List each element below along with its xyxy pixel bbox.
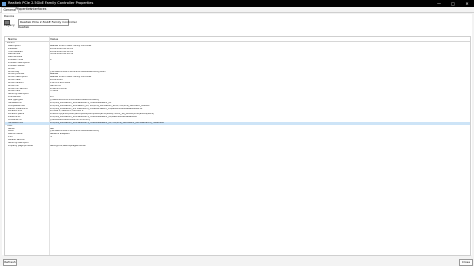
properties-window: General Properties Interfaces Device Rea…	[0, 7, 474, 266]
close-button[interactable]: Close	[459, 258, 473, 266]
close-window-button[interactable]: ✕	[460, 0, 474, 7]
property-row[interactable]: Property page provider NetCfgx.dll,NetPro…	[5, 145, 470, 148]
footer: Refresh Close	[0, 257, 474, 266]
legacy-label: Legacy	[4, 23, 15, 27]
maximize-button[interactable]: □	[446, 0, 460, 7]
title-bar: Realtek PCIe 2.5GbE Family Controller Pr…	[0, 0, 474, 7]
property-name: Property page provider	[8, 144, 34, 147]
window-title: Realtek PCIe 2.5GbE Family Controller Pr…	[8, 1, 94, 5]
tab-strip: General Properties Interfaces	[0, 7, 474, 13]
properties-grid[interactable]: Name Value Generic Description Realtek PCI…	[4, 36, 471, 256]
device-section-label: Device	[4, 14, 15, 18]
tab-interfaces[interactable]: Interfaces	[29, 7, 48, 12]
device-manager-icon	[2, 1, 6, 6]
column-header-name[interactable]: Name	[8, 37, 17, 41]
column-header-value[interactable]: Value	[50, 37, 58, 41]
general-panel: Device Realtek PCIe 2.5GbE Family Contro…	[2, 14, 472, 256]
minimize-button[interactable]: —	[432, 0, 446, 7]
refresh-button[interactable]: Refresh	[3, 258, 17, 266]
property-value: NetCfgx.dll,NetPropPageProvider	[50, 144, 86, 147]
device-sublabel: Realtek	[18, 25, 30, 29]
